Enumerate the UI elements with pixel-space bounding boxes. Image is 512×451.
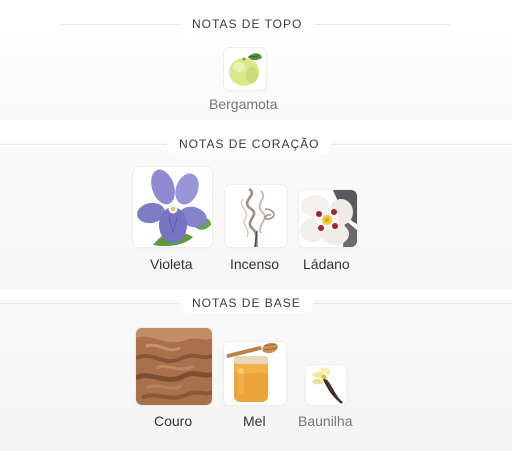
section-title: NOTAS DE BASE [180,293,313,313]
note-label: Couro [154,413,193,429]
section-title: NOTAS DE TOPO [180,14,315,34]
leather-icon [136,328,212,405]
vanilla-icon [306,365,346,405]
note-label: Baunilha [298,413,353,429]
note-label: Violeta [150,256,193,272]
honey-jar-icon [224,342,286,405]
note-label: Incenso [230,256,280,272]
note-label: Ládano [303,256,350,272]
section-header-top-notes: NOTAS DE TOPO [0,14,512,34]
note-label: Bergamota [209,96,278,112]
bergamot-icon [224,48,266,90]
section-header-base-notes: NOTAS DE BASE [0,293,512,313]
note-label: Mel [243,413,266,429]
incense-smoke-icon [225,185,287,247]
section-title: NOTAS DE CORAÇÃO [167,134,332,154]
section-header-heart-notes: NOTAS DE CORAÇÃO [0,134,512,154]
labdanum-flower-icon [299,190,357,247]
violet-flower-icon [133,167,212,247]
